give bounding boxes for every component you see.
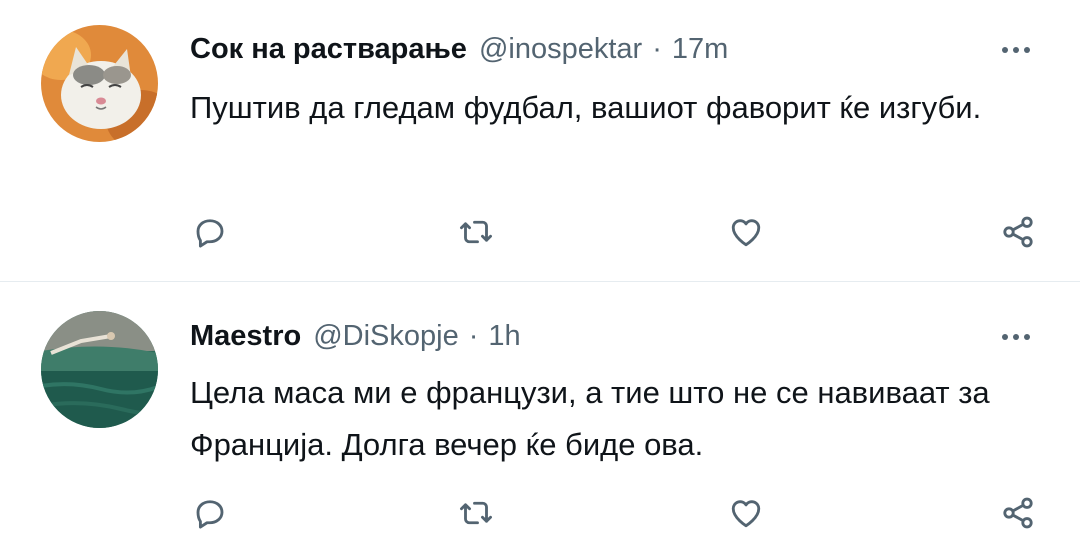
tweet-header: Сок на растварање @inospektar · 17m: [190, 33, 728, 66]
separator-dot: ·: [468, 320, 479, 352]
more-icon[interactable]: [996, 327, 1036, 347]
action-bar: [190, 212, 1050, 252]
tweet-text: Цела маса ми е французи, а тие што не се…: [190, 375, 990, 462]
user-handle[interactable]: @DiSkopje: [313, 320, 459, 353]
like-icon: [731, 500, 761, 528]
display-name[interactable]: Сок на растварање: [190, 33, 467, 66]
reply-icon: [196, 500, 224, 529]
timestamp[interactable]: 1h: [488, 320, 520, 353]
reply-button[interactable]: [190, 493, 230, 533]
avatar[interactable]: [41, 25, 158, 142]
like-icon: [731, 219, 761, 247]
more-icon[interactable]: [996, 40, 1036, 60]
tweet[interactable]: Maestro @DiSkopje · 1h Цела маса ми е фр…: [0, 282, 1080, 558]
timestamp[interactable]: 17m: [672, 33, 728, 66]
retweet-button[interactable]: [456, 493, 496, 533]
cat-avatar-image: [41, 25, 158, 142]
retweet-icon: [460, 501, 492, 525]
retweet-icon: [460, 220, 492, 244]
action-bar: [190, 493, 1050, 533]
reply-button[interactable]: [190, 212, 230, 252]
user-handle[interactable]: @inospektar: [479, 33, 642, 66]
tweet[interactable]: Сок на растварање @inospektar · 17m Пушт…: [0, 0, 1080, 281]
share-button[interactable]: [998, 212, 1038, 252]
share-icon: [1003, 497, 1033, 529]
separator-dot: ·: [652, 33, 662, 65]
avatar[interactable]: [41, 311, 158, 428]
reply-icon: [196, 219, 224, 248]
tweet-text: Пуштив да гледам фудбал, вашиот фаворит …: [190, 90, 982, 125]
like-button[interactable]: [726, 212, 766, 252]
like-button[interactable]: [726, 493, 766, 533]
retweet-button[interactable]: [456, 212, 496, 252]
display-name[interactable]: Maestro: [190, 320, 301, 353]
share-button[interactable]: [998, 493, 1038, 533]
tweet-header: Maestro @DiSkopje · 1h: [190, 320, 521, 353]
share-icon: [1003, 216, 1033, 248]
water-avatar-image: [41, 311, 158, 428]
